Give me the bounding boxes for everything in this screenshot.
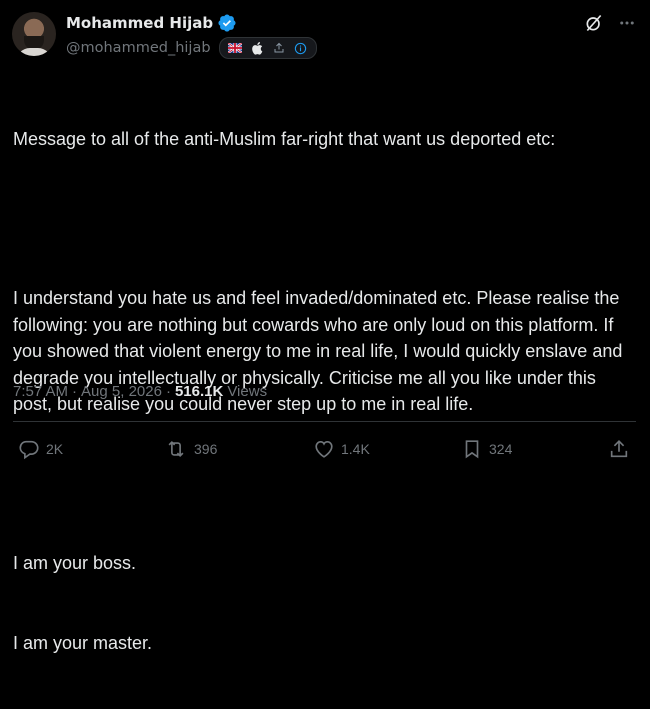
author-badges[interactable] <box>218 37 317 59</box>
author-display-name[interactable]: Mohammed Hijab <box>66 14 213 32</box>
tweet-date[interactable]: Aug 5, 2026 <box>81 383 162 400</box>
bookmark-button[interactable]: 324 <box>461 436 512 462</box>
apple-icon <box>250 41 264 55</box>
share-icon <box>608 438 630 460</box>
tweet-time[interactable]: 7:57 AM <box>13 383 68 400</box>
like-button[interactable]: 1.4K <box>313 436 370 462</box>
avatar-shirt <box>16 48 52 56</box>
divider <box>13 421 636 422</box>
meta-separator: · <box>72 383 78 400</box>
tweet-line-master: I am your master. <box>13 632 153 653</box>
reply-count: 2K <box>46 441 64 457</box>
upload-icon <box>272 41 286 55</box>
reply-button[interactable]: 2K <box>18 436 63 462</box>
reply-icon <box>18 438 40 460</box>
author-handle-row: @mohammed_hijab <box>66 37 317 59</box>
tweet-meta: 7:57 AM · Aug 5, 2026 · 516.1K Views <box>13 383 267 400</box>
author-name-row: Mohammed Hijab <box>66 13 237 33</box>
verified-badge-icon[interactable] <box>217 13 237 33</box>
tweet-post: Mohammed Hijab @mohammed_hijab Message t… <box>0 0 650 653</box>
tweet-paragraph-1: Message to all of the anti-Muslim far-ri… <box>13 129 556 149</box>
views-count: 516.1K <box>174 383 224 400</box>
share-button[interactable] <box>608 436 630 462</box>
repost-count: 396 <box>194 441 218 457</box>
heart-icon <box>313 438 335 460</box>
bookmark-icon <box>461 438 483 460</box>
repost-button[interactable]: 396 <box>164 436 217 462</box>
meta-separator: · <box>165 383 171 400</box>
tweet-line-boss: I am your boss. <box>13 553 137 573</box>
like-count: 1.4K <box>341 441 370 457</box>
repost-icon <box>164 438 188 460</box>
more-options-icon[interactable] <box>618 14 636 32</box>
header-actions <box>584 12 636 34</box>
views-label: Views <box>227 383 268 400</box>
uk-flag-icon <box>227 41 242 55</box>
author-handle[interactable]: @mohammed_hijab <box>66 40 211 56</box>
bookmark-count: 324 <box>489 441 513 457</box>
avatar[interactable] <box>12 12 56 56</box>
grok-icon[interactable] <box>584 13 604 33</box>
info-icon <box>294 41 308 55</box>
